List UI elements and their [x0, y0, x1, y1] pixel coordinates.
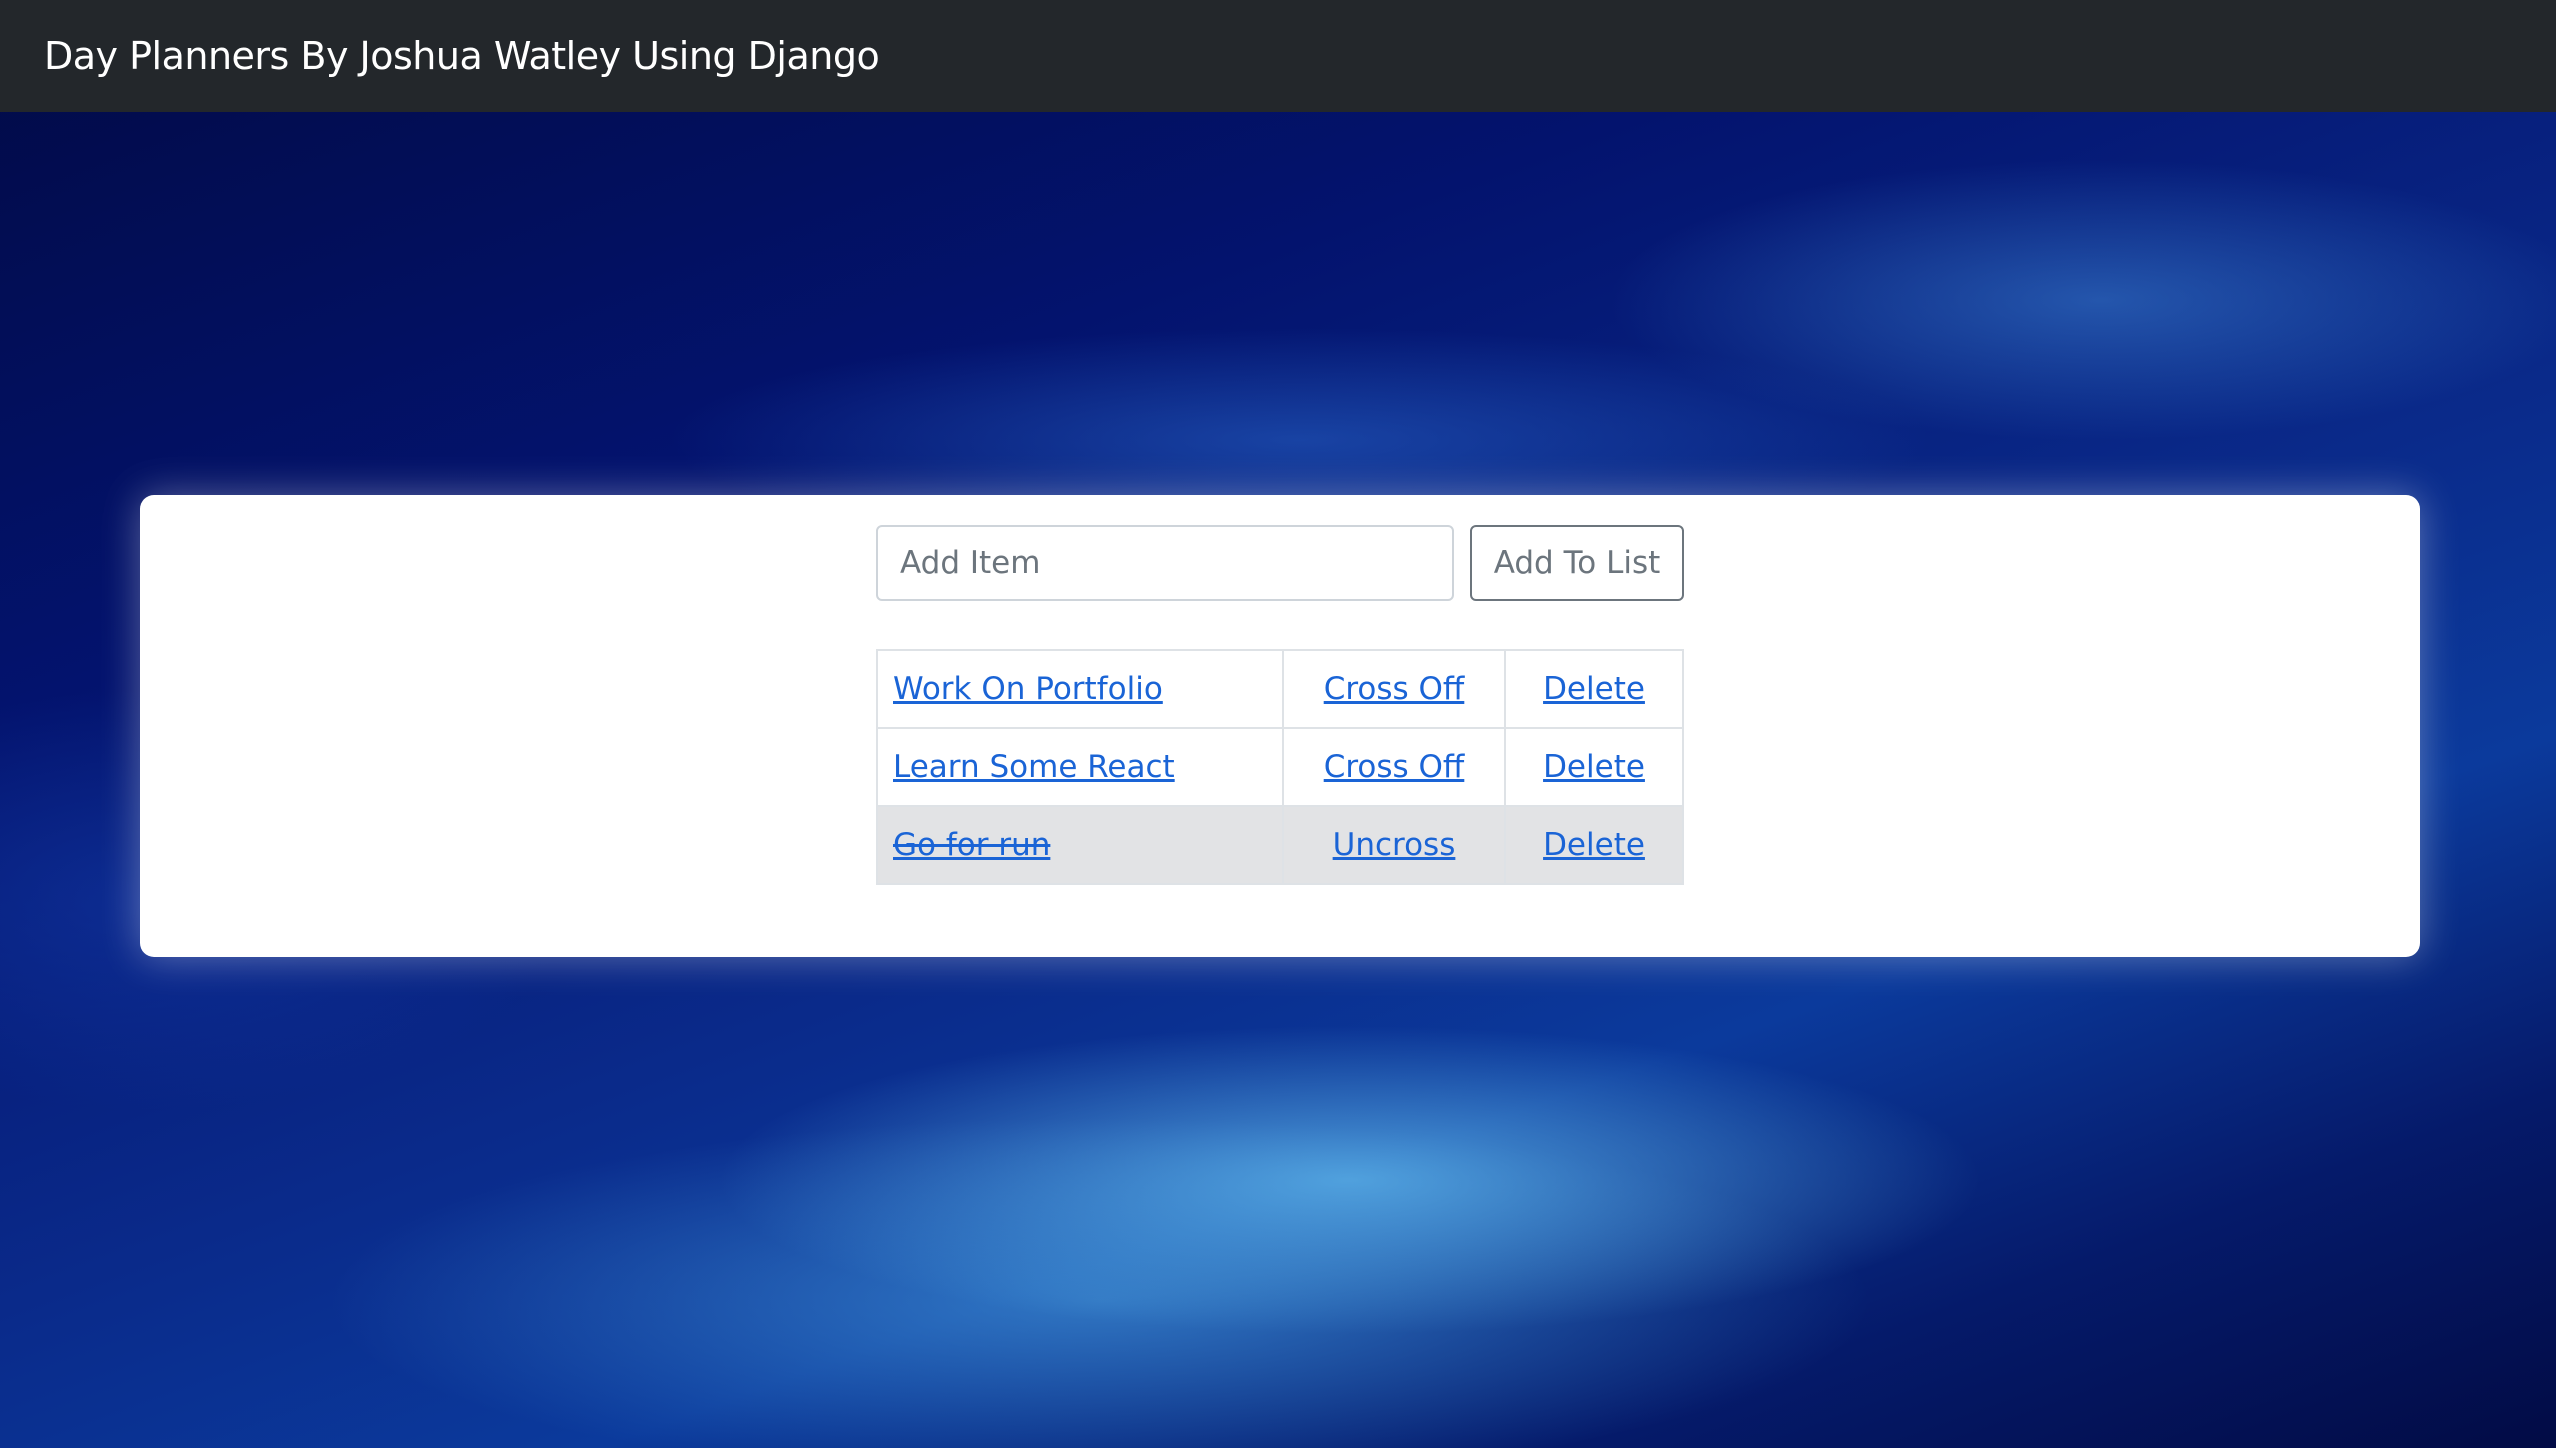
item-cell: Work On Portfolio [876, 649, 1284, 729]
todo-card: Add To List Work On Portfolio Cross Off … [140, 495, 2420, 957]
todo-table: Work On Portfolio Cross Off Delete Learn… [876, 649, 1684, 885]
add-item-input[interactable] [876, 525, 1454, 601]
toggle-cell: Uncross [1282, 805, 1506, 885]
table-row: Work On Portfolio Cross Off Delete [876, 649, 1684, 729]
toggle-cell: Cross Off [1282, 727, 1506, 807]
table-row: Go for run Uncross Delete [876, 805, 1684, 885]
delete-cell: Delete [1504, 727, 1684, 807]
add-item-form: Add To List [876, 525, 1684, 601]
item-link[interactable]: Work On Portfolio [893, 671, 1163, 707]
table-row: Learn Some React Cross Off Delete [876, 727, 1684, 807]
toggle-cell: Cross Off [1282, 649, 1506, 729]
delete-link[interactable]: Delete [1543, 749, 1645, 785]
item-cell: Learn Some React [876, 727, 1284, 807]
navbar-brand[interactable]: Day Planners By Joshua Watley Using Djan… [44, 34, 880, 78]
delete-link[interactable]: Delete [1543, 671, 1645, 707]
navbar: Day Planners By Joshua Watley Using Djan… [0, 0, 2556, 112]
delete-link[interactable]: Delete [1543, 827, 1645, 863]
item-cell: Go for run [876, 805, 1284, 885]
delete-cell: Delete [1504, 805, 1684, 885]
uncross-link[interactable]: Uncross [1333, 827, 1456, 863]
cross-off-link[interactable]: Cross Off [1324, 671, 1465, 707]
item-link[interactable]: Go for run [893, 827, 1050, 863]
add-to-list-button[interactable]: Add To List [1470, 525, 1684, 601]
item-link[interactable]: Learn Some React [893, 749, 1175, 785]
cross-off-link[interactable]: Cross Off [1324, 749, 1465, 785]
delete-cell: Delete [1504, 649, 1684, 729]
